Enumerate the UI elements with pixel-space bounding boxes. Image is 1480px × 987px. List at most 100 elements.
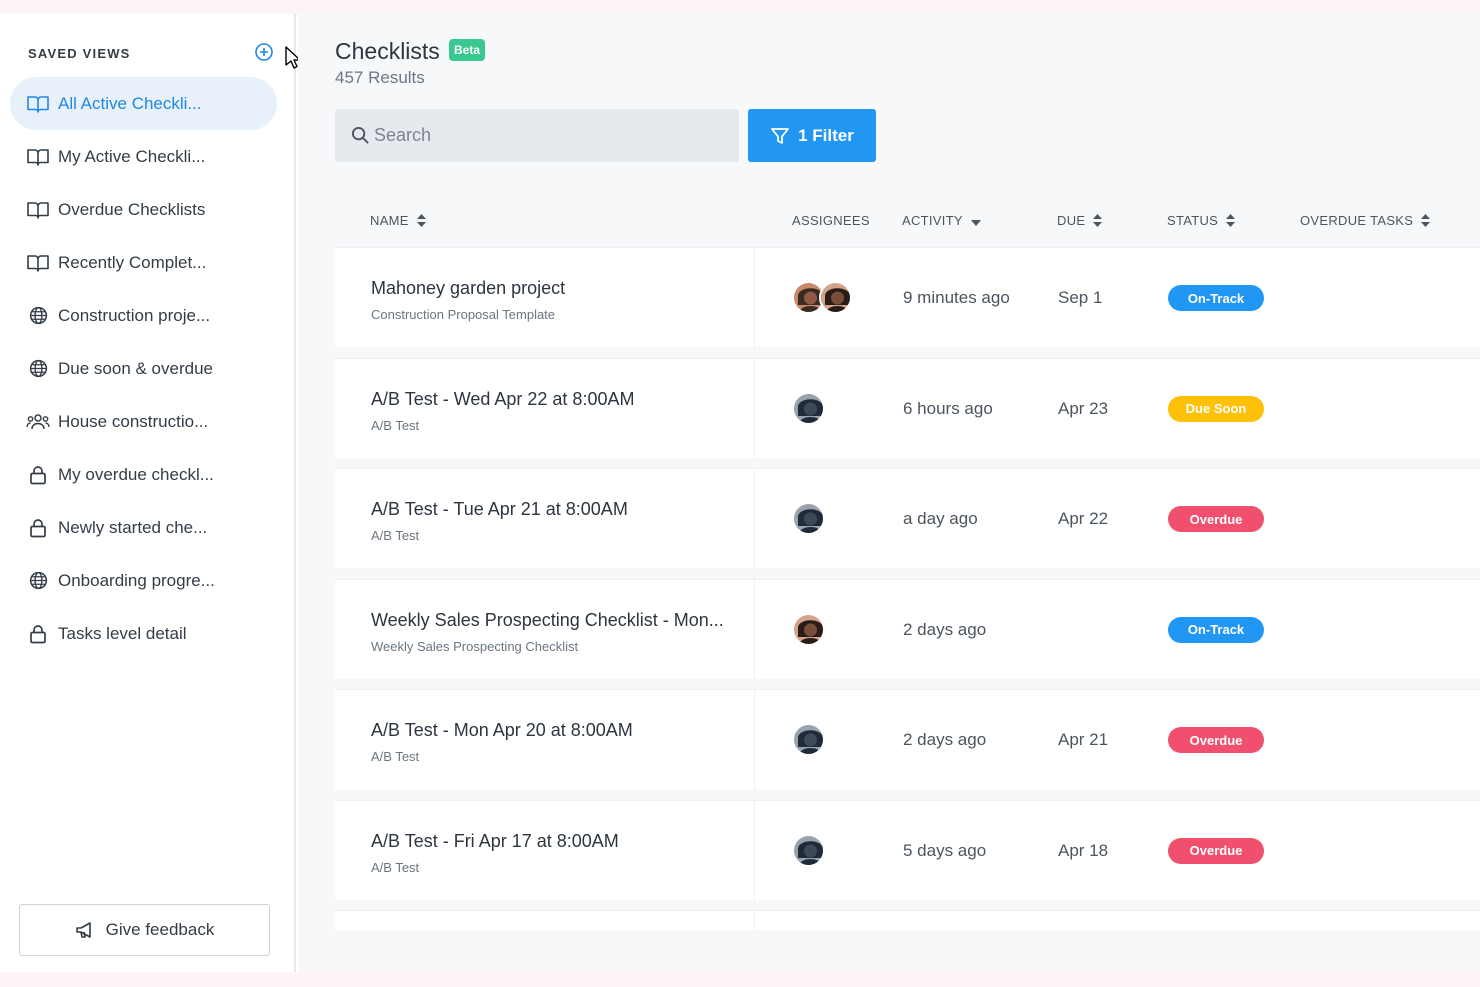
filter-label: 1 Filter xyxy=(798,125,854,145)
filter-button[interactable]: 1 Filter xyxy=(748,109,876,162)
globe-icon xyxy=(26,571,50,591)
template-name: Construction Proposal Template xyxy=(371,307,556,322)
column-divider xyxy=(754,690,755,790)
sidebar-item[interactable]: Due soon & overdue xyxy=(10,342,277,395)
column-header-name[interactable]: NAME xyxy=(370,213,426,228)
megaphone-icon xyxy=(75,922,91,938)
table-row[interactable]: A/B Test - Mon Apr 20 at 8:00AM A/B Test 2… xyxy=(335,689,1480,790)
sidebar-item[interactable]: Newly started che... xyxy=(10,501,277,554)
table-row[interactable]: A/B Test - Fri Apr 17 at 8:00AM A/B Test 5… xyxy=(335,799,1480,901)
column-header-status[interactable]: STATUS xyxy=(1167,213,1236,228)
book-icon xyxy=(26,147,50,167)
status-badge: Overdue xyxy=(1168,506,1264,532)
table-row[interactable]: Weekly Sales Prospecting Checklist - Mon… xyxy=(335,578,1480,680)
column-header-assignees: ASSIGNEES xyxy=(792,213,870,228)
sidebar-item-label: My overdue checkl... xyxy=(58,464,214,484)
sidebar-item[interactable]: Overdue Checklists xyxy=(10,183,277,236)
assignee-avatar[interactable] xyxy=(792,723,825,756)
template-name: A/B Test xyxy=(371,417,420,433)
activity-time: 6 hours ago xyxy=(903,398,993,418)
app-window: SAVED VIEWS All Active Checkli... My Acti… xyxy=(0,14,1480,972)
assignee-avatar[interactable] xyxy=(792,612,825,646)
checklist-name[interactable]: A/B Test - Wed Apr 22 at 8:00AM xyxy=(371,389,634,410)
due-date: Sep 1 xyxy=(1058,288,1103,307)
sidebar-item[interactable]: My Active Checkli... xyxy=(10,130,277,183)
column-divider xyxy=(754,800,755,901)
activity-time: a day ago xyxy=(903,509,978,528)
sidebar-item[interactable]: Construction proje... xyxy=(10,289,277,342)
template-name: Weekly Sales Prospecting Checklist xyxy=(371,638,579,654)
column-assignees-label: ASSIGNEES xyxy=(792,213,870,228)
sidebar-item[interactable]: Onboarding progre... xyxy=(10,554,277,607)
lock-icon xyxy=(26,624,50,644)
checklist-name[interactable]: A/B Test - Fri Apr 17 at 8:00AM xyxy=(371,831,619,852)
column-divider xyxy=(754,469,755,569)
sidebar-item[interactable]: House constructio... xyxy=(10,395,277,448)
status-badge: Overdue xyxy=(1168,727,1264,753)
sort-icon xyxy=(1093,214,1103,227)
saved-views-list: All Active Checkli... My Active Checkli..… xyxy=(10,77,277,660)
assignee-avatar[interactable] xyxy=(792,833,825,867)
column-divider xyxy=(754,358,755,459)
sidebar-item[interactable]: Recently Complet... xyxy=(10,236,277,289)
column-header-activity[interactable]: ACTIVITY xyxy=(902,213,981,228)
due-date: Apr 23 xyxy=(1058,398,1109,418)
give-feedback-button[interactable]: Give feedback xyxy=(19,904,270,956)
checklist-table: Mahoney garden project Construction Propo… xyxy=(335,247,1480,941)
checklist-name[interactable]: A/B Test - Mon Apr 20 at 8:00AM xyxy=(371,720,633,741)
sort-icon xyxy=(1226,214,1236,227)
column-header-overdue-tasks[interactable]: OVERDUE TASKS xyxy=(1300,213,1431,228)
sidebar-item[interactable]: My overdue checkl... xyxy=(10,448,277,501)
column-divider xyxy=(754,911,755,931)
template-name: A/B Test xyxy=(371,749,420,764)
checklist-name[interactable]: Weekly Sales Prospecting Checklist - Mon… xyxy=(371,610,724,631)
status-badge: Overdue xyxy=(1168,837,1264,864)
sort-icon xyxy=(416,214,426,227)
table-row[interactable]: A/B Test - Wed Apr 22 at 8:00AM A/B Test 6… xyxy=(335,357,1480,459)
sidebar: SAVED VIEWS All Active Checkli... My Acti… xyxy=(0,14,296,972)
users-icon xyxy=(26,412,50,432)
table-row[interactable]: A/B Test - Tue Apr 21 at 8:00AM A/B Test a… xyxy=(335,468,1480,569)
book-icon xyxy=(26,253,50,273)
sort-down-icon xyxy=(970,219,981,226)
search-box[interactable] xyxy=(335,109,739,162)
assignee-avatar[interactable] xyxy=(792,502,825,535)
checklist-name[interactable]: Mahoney garden project xyxy=(371,278,565,299)
sort-icon xyxy=(1421,214,1431,227)
status-badge: On-Track xyxy=(1168,616,1264,643)
checklist-name[interactable]: A/B Test - Tue Apr 21 at 8:00AM xyxy=(371,499,628,520)
main-panel: Checklists Beta 457 Results 1 Filter NAM… xyxy=(298,14,1480,972)
column-activity-label: ACTIVITY xyxy=(902,213,963,228)
column-divider xyxy=(754,579,755,680)
sidebar-item-label: Due soon & overdue xyxy=(58,358,213,378)
sidebar-item-label: Onboarding progre... xyxy=(58,570,215,590)
activity-time: 5 days ago xyxy=(903,840,987,860)
search-input[interactable] xyxy=(374,125,714,146)
sidebar-item-label: All Active Checkli... xyxy=(58,93,202,113)
activity-time: 2 days ago xyxy=(903,619,987,639)
search-icon xyxy=(351,126,369,144)
sidebar-item[interactable]: Tasks level detail xyxy=(10,607,277,660)
beta-badge: Beta xyxy=(449,39,486,61)
column-header-due[interactable]: DUE xyxy=(1057,213,1103,228)
globe-icon xyxy=(26,306,50,326)
sidebar-item-label: House constructio... xyxy=(58,411,209,431)
filter-icon xyxy=(771,127,790,144)
due-date: Apr 22 xyxy=(1058,509,1109,528)
add-view-icon[interactable] xyxy=(254,42,274,62)
sidebar-item[interactable]: All Active Checkli... xyxy=(10,77,277,130)
assignee-avatar[interactable] xyxy=(819,281,852,314)
table-row[interactable]: Mahoney garden project Construction Propo… xyxy=(335,247,1480,348)
lock-icon xyxy=(26,465,50,485)
table-row[interactable] xyxy=(335,910,1480,931)
assignee-avatar[interactable] xyxy=(792,391,825,425)
give-feedback-label: Give feedback xyxy=(105,920,215,939)
sidebar-item-label: Overdue Checklists xyxy=(58,199,206,219)
column-name-label: NAME xyxy=(370,213,409,228)
column-divider xyxy=(754,248,755,348)
column-overdue-tasks-label: OVERDUE TASKS xyxy=(1300,213,1414,228)
book-icon xyxy=(26,200,50,220)
results-count: 457 Results xyxy=(335,68,425,87)
due-date: Apr 18 xyxy=(1058,840,1109,860)
globe-icon xyxy=(26,359,50,379)
